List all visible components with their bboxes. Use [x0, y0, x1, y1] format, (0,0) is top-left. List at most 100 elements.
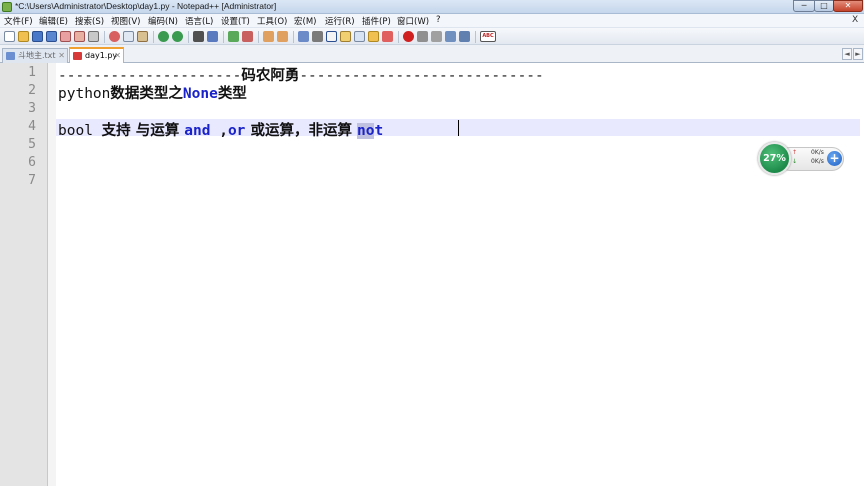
open-file-icon[interactable] — [18, 31, 29, 42]
menu-tools[interactable]: 工具(O) — [257, 15, 287, 27]
find-icon[interactable] — [193, 31, 204, 42]
toolbar-separator — [104, 31, 105, 43]
line-number: 4 — [28, 119, 36, 134]
menu-edit[interactable]: 编辑(E) — [39, 15, 68, 27]
new-file-icon[interactable] — [4, 31, 15, 42]
tab-scroll-right-button[interactable]: ► — [853, 48, 863, 60]
line-number: 1 — [28, 65, 36, 80]
upload-arrow-icon: ↑ — [792, 149, 798, 156]
toolbar-separator — [223, 31, 224, 43]
paste-icon[interactable] — [137, 31, 148, 42]
close-window-button[interactable]: ✕ — [833, 0, 863, 12]
upload-speed: ↑ 0K/s — [792, 149, 824, 156]
keyword-or: or — [227, 123, 246, 139]
keyword-not-rest: t — [374, 123, 384, 139]
selected-text: no — [357, 123, 375, 139]
unsaved-file-icon — [73, 52, 82, 60]
print-icon[interactable] — [88, 31, 99, 42]
network-speed-widget[interactable]: 27% ↑ 0K/s ↓ 0K/s + — [758, 142, 844, 176]
cut-icon[interactable] — [109, 31, 120, 42]
cjk-text: 数据类型之 — [110, 86, 183, 102]
menu-view[interactable]: 视图(V) — [111, 15, 140, 27]
toolbar-separator — [398, 31, 399, 43]
menu-encoding[interactable]: 编码(N) — [148, 15, 178, 27]
title-bar: *C:\Users\Administrator\Desktop\day1.py … — [0, 0, 864, 14]
tab-close-icon[interactable]: ✕ — [114, 49, 121, 62]
close-icon[interactable] — [60, 31, 71, 42]
code-line-4[interactable]: bool 支持 与运算 and ,or 或运算，非运算 not — [58, 119, 384, 139]
menu-search[interactable]: 搜索(S) — [75, 15, 104, 27]
tab-close-icon[interactable]: ✕ — [58, 49, 65, 62]
tab-scroll-left-button[interactable]: ◄ — [842, 48, 852, 60]
menu-language[interactable]: 语言(L) — [185, 15, 213, 27]
copy-icon[interactable] — [123, 31, 134, 42]
saved-file-icon — [6, 52, 15, 60]
word-wrap-icon[interactable] — [298, 31, 309, 42]
tab-bar: 斗地主.txt ✕ day1.py ✕ ◄ ► — [0, 45, 864, 63]
menu-window[interactable]: 窗口(W) — [397, 15, 429, 27]
comment-text: 码农阿勇 — [241, 68, 300, 84]
undo-icon[interactable] — [158, 31, 169, 42]
line-number: 5 — [28, 137, 36, 152]
code-line-2[interactable]: python数据类型之None类型 — [58, 82, 247, 102]
sync-scroll-h-icon[interactable] — [277, 31, 288, 42]
window-title: *C:\Users\Administrator\Desktop\day1.py … — [15, 1, 277, 11]
tab-label: day1.py — [85, 51, 118, 60]
function-list-icon[interactable] — [354, 31, 365, 42]
menu-plugins[interactable]: 插件(P) — [362, 15, 391, 27]
tab-day1-py[interactable]: day1.py ✕ — [69, 47, 124, 63]
menu-help[interactable]: ? — [436, 15, 441, 25]
menu-run[interactable]: 运行(R) — [325, 15, 355, 27]
save-icon[interactable] — [32, 31, 43, 42]
zoom-in-icon[interactable] — [228, 31, 239, 42]
download-arrow-icon: ↓ — [792, 158, 798, 165]
upload-value: 0K/s — [811, 149, 824, 156]
maximize-button[interactable]: □ — [814, 0, 834, 12]
run-macro-multiple-icon[interactable] — [445, 31, 456, 42]
menu-file[interactable]: 文件(F) — [4, 15, 33, 27]
editor-area[interactable]: 1 2 3 4 5 6 7 ---------------------码农阿勇-… — [0, 63, 864, 486]
code-line-1[interactable]: ---------------------码农阿勇---------------… — [58, 64, 544, 84]
cjk-text: 或运算，非运算 — [245, 123, 358, 139]
keyword-none: None — [182, 86, 218, 102]
accelerate-plus-button[interactable]: + — [827, 151, 842, 166]
record-macro-icon[interactable] — [403, 31, 414, 42]
line-number: 7 — [28, 173, 36, 188]
minimize-button[interactable]: ─ — [793, 0, 815, 12]
memory-usage-gauge[interactable]: 27% — [758, 142, 791, 175]
fold-margin — [48, 63, 56, 486]
line-number-gutter: 1 2 3 4 5 6 7 — [0, 63, 48, 486]
tab-txt-file[interactable]: 斗地主.txt ✕ — [2, 48, 68, 63]
show-all-chars-icon[interactable] — [312, 31, 323, 42]
download-value: 0K/s — [811, 158, 824, 165]
monitoring-icon[interactable] — [382, 31, 393, 42]
line-number: 3 — [28, 101, 36, 116]
replace-icon[interactable] — [207, 31, 218, 42]
save-macro-icon[interactable] — [459, 31, 470, 42]
line-number: 2 — [28, 83, 36, 98]
redo-icon[interactable] — [172, 31, 183, 42]
document-map-icon[interactable] — [340, 31, 351, 42]
toolbar-separator — [188, 31, 189, 43]
tab-label: 斗地主.txt — [18, 51, 56, 60]
text-caret — [458, 120, 459, 136]
spell-check-icon[interactable]: ABC — [480, 31, 496, 42]
folder-workspace-icon[interactable] — [368, 31, 379, 42]
toolbar-separator — [475, 31, 476, 43]
play-macro-icon[interactable] — [431, 31, 442, 42]
close-all-icon[interactable] — [74, 31, 85, 42]
indent-guide-icon[interactable] — [326, 31, 337, 42]
cjk-text: 类型 — [217, 86, 247, 102]
sync-scroll-v-icon[interactable] — [263, 31, 274, 42]
menu-macro[interactable]: 宏(M) — [294, 15, 316, 27]
close-document-button[interactable]: X — [852, 15, 858, 25]
menu-settings[interactable]: 设置(T) — [221, 15, 250, 27]
save-all-icon[interactable] — [46, 31, 57, 42]
cjk-text: 支持 与运算 — [101, 123, 185, 139]
punctuation: , — [210, 123, 228, 139]
notepad-plus-plus-icon — [2, 2, 12, 12]
stop-macro-icon[interactable] — [417, 31, 428, 42]
zoom-out-icon[interactable] — [242, 31, 253, 42]
toolbar-separator — [258, 31, 259, 43]
download-speed: ↓ 0K/s — [792, 158, 824, 165]
